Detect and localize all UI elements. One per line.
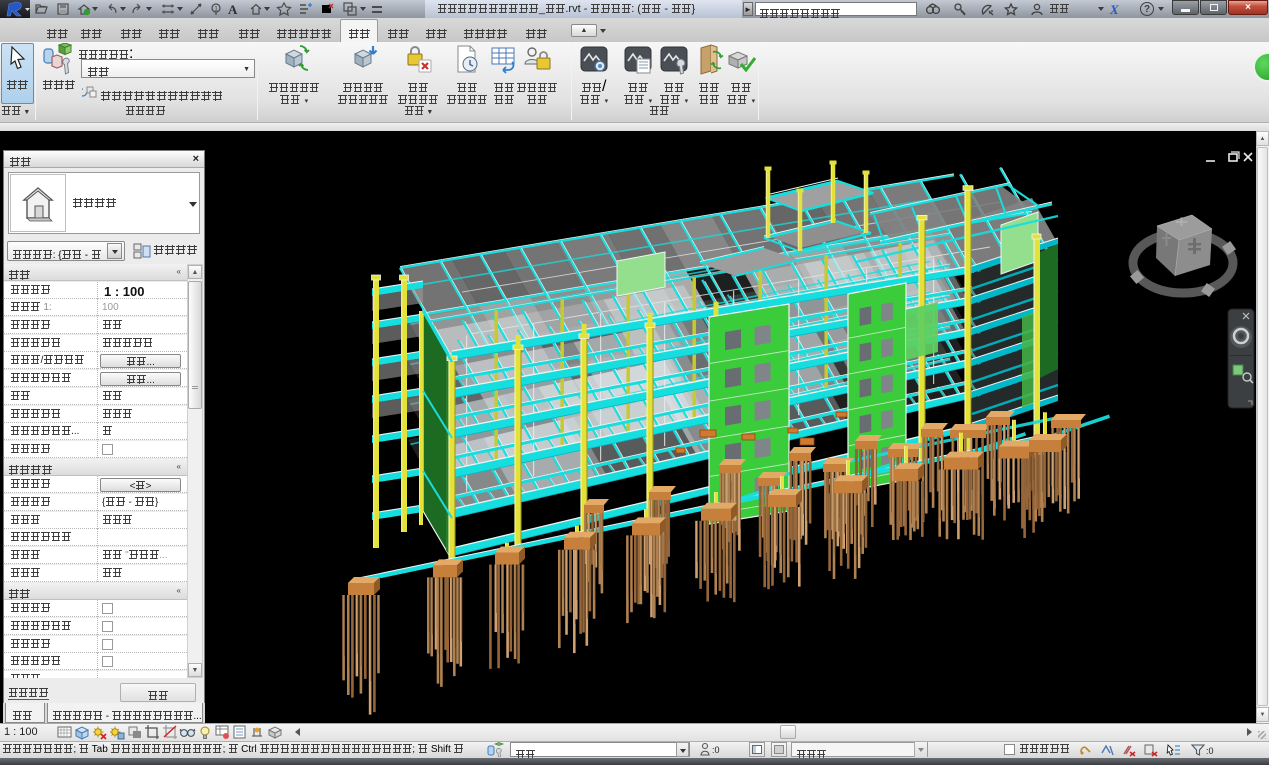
svg-text::0: :0 bbox=[1206, 746, 1214, 756]
svg-text::0: :0 bbox=[712, 745, 720, 755]
